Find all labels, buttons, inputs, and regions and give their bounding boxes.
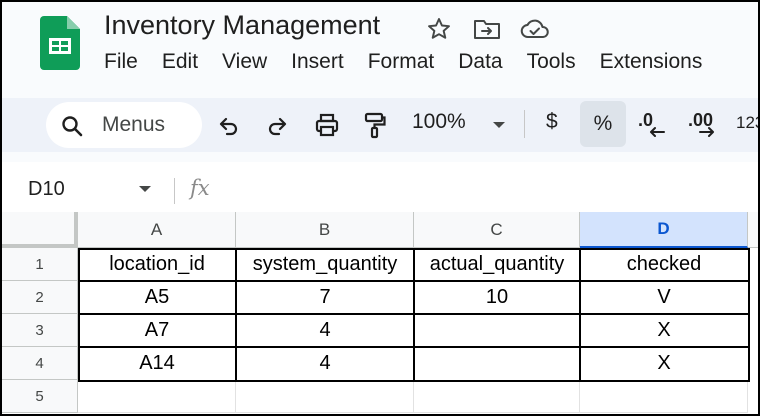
table-row-line: [78, 346, 750, 348]
document-title[interactable]: Inventory Management: [104, 10, 380, 41]
cell-d4[interactable]: X: [580, 347, 748, 380]
menu-tools[interactable]: Tools: [515, 48, 588, 76]
table-row-line: [78, 280, 750, 282]
percent-format-button[interactable]: %: [580, 101, 626, 147]
cloud-status-icon[interactable]: [518, 14, 552, 44]
decrease-decimal-button[interactable]: .0: [636, 110, 670, 140]
star-icon[interactable]: [422, 14, 456, 44]
cell-d2[interactable]: V: [580, 281, 748, 314]
search-menus-label: Menus: [102, 113, 166, 136]
toolbar: Menus 100% $ % .0 .00 123: [2, 98, 758, 152]
sheet-grid: A B C D 1 2 3 4 5 location_id system_qua…: [2, 212, 758, 414]
title-actions: [422, 14, 552, 44]
cell-b5[interactable]: [236, 380, 414, 413]
table-col-line: [235, 248, 237, 382]
menu-insert[interactable]: Insert: [279, 48, 356, 76]
name-box[interactable]: D10: [28, 178, 65, 201]
paint-format-icon[interactable]: [360, 110, 390, 140]
search-menus-button[interactable]: Menus: [46, 102, 202, 148]
formula-bar: D10 fx: [2, 168, 758, 212]
row-header-3[interactable]: 3: [2, 314, 78, 347]
zoom-select[interactable]: 100%: [412, 110, 466, 134]
undo-icon[interactable]: [214, 110, 244, 140]
cell-b1[interactable]: system_quantity: [236, 248, 414, 281]
select-all-corner[interactable]: [2, 212, 78, 248]
row-header-5[interactable]: 5: [2, 380, 78, 413]
row-header-2[interactable]: 2: [2, 281, 78, 314]
fx-icon: fx: [190, 176, 210, 200]
menu-edit[interactable]: Edit: [150, 48, 210, 76]
cell-b4[interactable]: 4: [236, 347, 414, 380]
currency-format-button[interactable]: $: [546, 110, 558, 134]
table-col-line: [413, 248, 415, 382]
column-header-b[interactable]: B: [236, 212, 414, 248]
cell-c1[interactable]: actual_quantity: [414, 248, 580, 281]
arrow-left-icon: [650, 127, 665, 137]
search-icon: [62, 116, 83, 137]
print-icon[interactable]: [312, 110, 342, 140]
spreadsheet-window: Inventory Management File Edit View Inse…: [0, 0, 760, 416]
cell-a2[interactable]: A5: [78, 281, 236, 314]
app-header: Inventory Management File Edit View Inse…: [2, 2, 758, 90]
cell-b2[interactable]: 7: [236, 281, 414, 314]
cell-a5[interactable]: [78, 380, 236, 413]
redo-icon[interactable]: [262, 110, 292, 140]
table-row-line: [78, 313, 750, 315]
column-header-d[interactable]: D: [580, 212, 748, 248]
cell-a3[interactable]: A7: [78, 314, 236, 347]
cell-d3[interactable]: X: [580, 314, 748, 347]
cell-c3[interactable]: [414, 314, 580, 347]
zoom-chevron-down-icon[interactable]: [484, 110, 514, 140]
sheets-logo-icon[interactable]: [40, 16, 80, 70]
column-header-e[interactable]: [748, 212, 758, 248]
arrow-right-icon: [699, 127, 714, 137]
menu-bar: File Edit View Insert Format Data Tools …: [92, 48, 714, 76]
table-col-line: [579, 248, 581, 382]
cell-c4[interactable]: [414, 347, 580, 380]
cell-a4[interactable]: A14: [78, 347, 236, 380]
increase-decimal-button[interactable]: .00: [686, 110, 724, 140]
menu-format[interactable]: Format: [356, 48, 447, 76]
cell-c2[interactable]: 10: [414, 281, 580, 314]
move-folder-icon[interactable]: [470, 14, 504, 44]
toolbar-divider: [524, 110, 525, 138]
menu-data[interactable]: Data: [446, 48, 514, 76]
menu-view[interactable]: View: [210, 48, 279, 76]
cell-a1[interactable]: location_id: [78, 248, 236, 281]
cell-d5[interactable]: [580, 380, 748, 413]
cell-d1[interactable]: checked: [580, 248, 748, 281]
menu-file[interactable]: File: [92, 48, 150, 76]
row-header-4[interactable]: 4: [2, 347, 78, 380]
column-header-c[interactable]: C: [414, 212, 580, 248]
cell-c5[interactable]: [414, 380, 580, 413]
column-header-a[interactable]: A: [78, 212, 236, 248]
name-box-chevron-down-icon[interactable]: [138, 184, 152, 194]
formula-divider: [174, 178, 175, 204]
row-header-1[interactable]: 1: [2, 248, 78, 281]
cell-b3[interactable]: 4: [236, 314, 414, 347]
menu-extensions[interactable]: Extensions: [588, 48, 715, 76]
number-format-button[interactable]: 123: [736, 113, 758, 133]
